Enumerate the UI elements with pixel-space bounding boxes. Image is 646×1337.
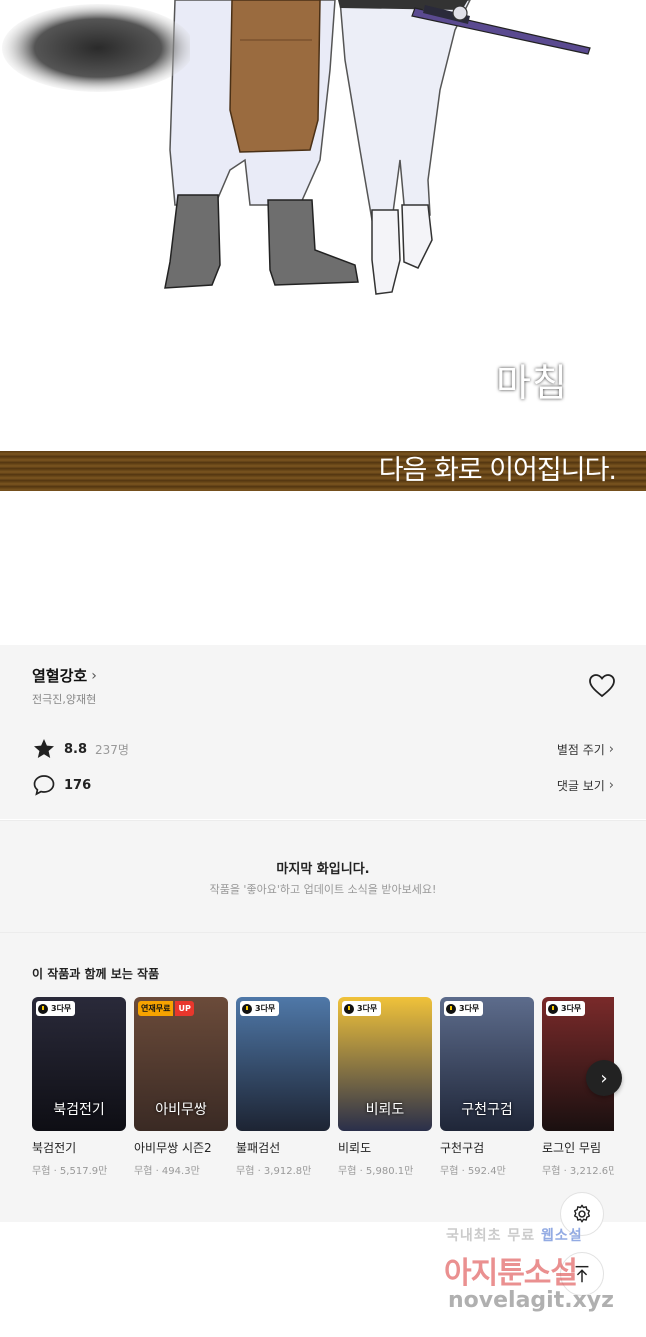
card-title: 비뢰도 <box>338 1141 372 1155</box>
comic-illustration <box>164 0 591 295</box>
card-title: 불패검선 <box>236 1141 281 1155</box>
view-comments-button[interactable]: 댓글 보기 › <box>557 777 614 794</box>
card-meta: 무협 · 5,517.9만 <box>32 1166 108 1177</box>
continue-banner: 다음 화로 이어집니다. <box>0 451 646 491</box>
cover-title: 구천구검 <box>461 1102 513 1118</box>
clock-icon <box>38 1003 48 1014</box>
rate-button-label: 별점 주기 <box>556 742 605 757</box>
recommendations: 이 작품과 함께 보는 작품 3다무 북검전기 북검전기 무협 · 5,517.… <box>0 932 646 1222</box>
recommendation-card[interactable]: 3다무 구천구검 구천구검 무협 · 592.4만 <box>440 997 534 1177</box>
rating-count: 237명 <box>95 742 129 757</box>
clock-icon <box>242 1003 252 1014</box>
clock-icon <box>446 1003 456 1014</box>
cover-thumbnail: 3다무 구천구검 <box>440 997 534 1131</box>
last-episode-notice: 마지막 화입니다. 작품을 '좋아요'하고 업데이트 소식을 받아보세요! <box>0 820 646 932</box>
card-title: 북검전기 <box>32 1141 77 1155</box>
recommendation-carousel: 3다무 북검전기 북검전기 무협 · 5,517.9만 연재무료 UP 아비무쌍 … <box>32 997 614 1187</box>
cover-thumbnail: 3다무 비뢰도 <box>338 997 432 1131</box>
settings-button[interactable] <box>560 1192 604 1236</box>
chevron-right-icon: › <box>608 777 614 793</box>
up-badge: UP <box>175 1001 194 1016</box>
carousel-next-button[interactable]: › <box>586 1060 622 1096</box>
watermark: 국내최초 무료 웹소설 아지툰소설 novelagit.xyz <box>440 1222 640 1332</box>
watermark-tagline: 국내최초 무료 웹소설 <box>446 1228 583 1244</box>
chevron-right-icon: › <box>91 667 97 684</box>
series-info: 열혈강호 › 전극진,양재현 8.8 237명 별점 주기 › 176 댓글 보… <box>0 645 646 819</box>
card-meta: 무협 · 592.4만 <box>440 1166 506 1177</box>
recommendation-card[interactable]: 3다무 불패검선 무협 · 3,912.8만 <box>236 997 330 1177</box>
card-meta: 무협 · 494.3만 <box>134 1166 200 1177</box>
recommendation-card[interactable]: 3다무 북검전기 북검전기 무협 · 5,517.9만 <box>32 997 126 1177</box>
clock-icon <box>344 1003 354 1014</box>
last-episode-subtitle: 작품을 '좋아요'하고 업데이트 소식을 받아보세요! <box>209 883 437 896</box>
arrow-up-icon <box>575 1265 589 1283</box>
free-wait-badge: 3다무 <box>36 1001 76 1016</box>
comment-row: 176 댓글 보기 › <box>32 773 614 797</box>
cover-thumbnail: 3다무 <box>236 997 330 1131</box>
continue-text: 다음 화로 이어집니다. <box>378 455 617 486</box>
card-title: 로그인 무림 <box>542 1141 602 1155</box>
cover-thumbnail: 3다무 북검전기 <box>32 997 126 1131</box>
end-stamp-text: 마침 <box>496 361 568 405</box>
comic-panel: 마침 다음 화로 이어집니다. <box>0 0 646 645</box>
rate-button[interactable]: 별점 주기 › <box>557 741 614 758</box>
comment-count: 176 <box>64 777 92 793</box>
cover-title: 아비무쌍 <box>155 1102 207 1118</box>
scroll-top-button[interactable] <box>560 1252 604 1296</box>
card-meta: 무협 · 5,980.1만 <box>338 1166 414 1177</box>
card-meta: 무협 · 3,212.6만 <box>542 1166 614 1177</box>
chevron-right-icon: › <box>600 1067 608 1089</box>
star-icon <box>34 739 54 758</box>
rating-row: 8.8 237명 별점 주기 › <box>32 737 614 761</box>
series-authors: 전극진,양재현 <box>32 693 97 706</box>
comment-icon <box>33 775 55 796</box>
free-wait-badge: 3다무 <box>444 1001 484 1016</box>
cover-title: 비뢰도 <box>365 1102 405 1118</box>
recommendation-card[interactable]: 연재무료 UP 아비무쌍 아비무쌍 시즌2 무협 · 494.3만 <box>134 997 228 1177</box>
series-title-link[interactable]: 열혈강호 › <box>32 665 97 686</box>
chevron-right-icon: › <box>608 741 614 757</box>
free-wait-badge: 3다무 <box>342 1001 382 1016</box>
cover-thumbnail: 연재무료 UP 아비무쌍 <box>134 997 228 1131</box>
last-episode-title: 마지막 화입니다. <box>276 862 370 877</box>
gear-icon <box>573 1204 591 1223</box>
clock-icon <box>548 1003 558 1014</box>
series-title: 열혈강호 <box>32 667 88 685</box>
cover-title: 북검전기 <box>53 1102 105 1118</box>
free-wait-badge: 3다무 <box>546 1001 586 1016</box>
recommendations-heading: 이 작품과 함께 보는 작품 <box>32 967 160 981</box>
serial-free-badge: 연재무료 UP <box>138 1001 194 1016</box>
card-title: 아비무쌍 시즌2 <box>134 1141 212 1155</box>
end-stamp-brush <box>2 4 190 92</box>
card-title: 구천구검 <box>440 1141 485 1155</box>
rating-score: 8.8 <box>64 741 88 757</box>
card-meta: 무협 · 3,912.8만 <box>236 1166 312 1177</box>
recommendation-card[interactable]: 3다무 비뢰도 비뢰도 무협 · 5,980.1만 <box>338 997 432 1177</box>
view-comments-label: 댓글 보기 <box>556 778 605 793</box>
free-wait-badge: 3다무 <box>240 1001 280 1016</box>
watermark-brand: 아지툰소설 <box>444 1256 578 1291</box>
heart-icon[interactable] <box>588 673 616 699</box>
